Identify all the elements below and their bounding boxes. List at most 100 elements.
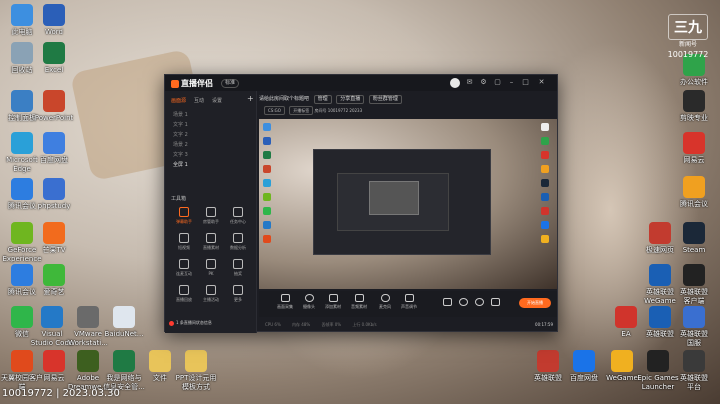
version-badge: 标准 [221, 79, 240, 88]
app-icon [43, 178, 65, 200]
share-button[interactable]: 分享直播 [336, 95, 365, 104]
watermark-sub: 新闻号 [678, 41, 697, 48]
stream-meta: CS:GO 开播标签 房间号 10019772 20233 [261, 106, 362, 115]
close-icon[interactable]: ✕ [537, 78, 546, 87]
fan-group-button[interactable]: 粉丝群管理 [368, 95, 402, 104]
scene-item[interactable]: 场景 2 [173, 141, 188, 148]
desktop-icon[interactable]: Word [32, 4, 76, 37]
more-icon[interactable] [483, 298, 507, 306]
category-tag[interactable]: CS:GO [264, 106, 285, 115]
scene-item[interactable]: 场景 1 [173, 111, 188, 118]
audio-material-button[interactable]: 音频素材 [347, 294, 371, 310]
app-logo: 直播伴侣 [171, 78, 213, 89]
maximize-icon[interactable]: □ [521, 78, 530, 87]
scene-item[interactable]: 文字 1 [173, 121, 188, 128]
desktop-icon-label: 腾讯会议 [680, 200, 708, 208]
tool-item[interactable]: 弹幕助手 [171, 207, 197, 225]
status-notice[interactable]: 1 条直播间状态信息 [169, 320, 212, 326]
tool-item[interactable]: 主播活动 [198, 285, 224, 303]
desktop-icon[interactable]: Excel [32, 42, 76, 75]
live-timer: 00:17:59 [535, 322, 553, 327]
tool-item[interactable]: 短视频 [171, 233, 197, 251]
desktop-icon-label: 网易云 [683, 156, 705, 164]
pin-icon[interactable]: ▢ [493, 78, 502, 87]
capture-button[interactable]: 画面采集 [273, 294, 297, 310]
desktop-icon[interactable]: 剪映专业 [672, 90, 716, 123]
tool-item[interactable]: 数据分析 [225, 233, 251, 251]
tool-item[interactable]: 抽奖 [225, 259, 251, 277]
camera-icon [304, 294, 314, 302]
tool-item[interactable]: 任务中心 [225, 207, 251, 225]
tool-icon [206, 233, 216, 243]
desktop-icon-label: Steam [682, 246, 706, 254]
desktop-icon[interactable]: 芒果TV [32, 222, 76, 255]
tool-item[interactable]: 房管助手 [198, 207, 224, 225]
tool-item[interactable]: 直播素材 [198, 233, 224, 251]
desktop-icon[interactable]: 网易云 [672, 132, 716, 165]
desktop-icon[interactable]: 英雄联盟 国服 [672, 306, 716, 348]
tag-button[interactable]: 开播标签 [289, 106, 314, 115]
tool-icon [206, 285, 216, 295]
camera-button[interactable]: 摄像头 [297, 294, 321, 310]
app-icon [77, 306, 99, 328]
desktop-icon-label: Word [45, 28, 63, 36]
app-icon [43, 350, 65, 372]
desktop-icon[interactable]: Steam [672, 222, 716, 255]
stream-title[interactable]: 请给此房间取个标题吧 [259, 96, 309, 102]
app-icon [647, 350, 669, 372]
go-live-button[interactable]: 开始直播 [519, 298, 551, 308]
desktop-icon[interactable]: 爱奇艺 [32, 264, 76, 297]
desktop-icon[interactable]: 百度网盘 [32, 132, 76, 165]
tab-interact[interactable]: 互动 [194, 98, 204, 104]
minimize-icon[interactable]: – [507, 78, 516, 87]
app-icon [43, 132, 65, 154]
scene-item[interactable]: 全屏 1 [173, 161, 188, 168]
tool-label: 房管助手 [203, 219, 219, 224]
avatar[interactable] [450, 78, 460, 88]
manage-button[interactable]: 管理 [313, 95, 332, 104]
bottom-toolbar: 画面采集 摄像头 添加素材 音频素材 麦克风 声音调节 开始直播 [259, 291, 557, 317]
microphone-button[interactable]: 麦克风 [373, 294, 397, 310]
tool-icon [233, 259, 243, 269]
tool-item[interactable]: 连麦互动 [171, 259, 197, 277]
tool-item[interactable]: 更多 [225, 285, 251, 303]
scene-item[interactable]: 文字 2 [173, 131, 188, 138]
desktop-icon[interactable]: 英雄联盟 客户端 [672, 264, 716, 306]
live-companion-window[interactable]: 直播伴侣 标准 ✉ ⚙ ▢ – □ ✕ 画面源 互动 设置 + 场景 1 文字 1 … [164, 74, 558, 333]
room-id: 10019772 [327, 108, 349, 113]
screen-icon [280, 294, 290, 302]
add-scene-icon[interactable]: + [247, 94, 254, 103]
desktop-icon-label: PPT设计元用 模板方式 [175, 374, 217, 391]
app-icon [683, 350, 705, 372]
app-icon [683, 90, 705, 112]
desktop-icon-label: PowerPoint [34, 114, 74, 122]
message-icon[interactable]: ✉ [465, 78, 474, 87]
title-bar[interactable]: 直播伴侣 标准 ✉ ⚙ ▢ – □ ✕ [165, 75, 557, 91]
app-icon [11, 42, 33, 64]
microphone-icon [380, 294, 390, 302]
desktop-icon-label: 爱奇艺 [43, 288, 65, 296]
desktop-icon[interactable]: 英雄联盟 平台 [672, 350, 716, 392]
watermark-logo: 三九 [668, 14, 708, 40]
left-panel: 画面源 互动 设置 + 场景 1 文字 1 文字 2 场景 2 文字 3 全屏 1 … [165, 91, 257, 333]
desktop-icon[interactable]: PowerPoint [32, 90, 76, 123]
app-icon [683, 176, 705, 198]
tool-icon [179, 207, 189, 217]
tool-item[interactable]: 直播回放 [171, 285, 197, 303]
tool-label: 弹幕助手 [176, 219, 192, 224]
desktop-icon-label: 英雄联盟 客户端 [680, 288, 708, 305]
scene-item[interactable]: 文字 3 [173, 151, 188, 158]
volume-button[interactable]: 声音调节 [397, 294, 421, 310]
tab-settings[interactable]: 设置 [212, 98, 222, 104]
desktop-icon[interactable]: phpstudy [32, 178, 76, 211]
tab-sources[interactable]: 画面源 [171, 98, 186, 104]
settings-icon[interactable]: ⚙ [479, 78, 488, 87]
desktop-icon[interactable]: BaiduNet... [102, 306, 146, 339]
tool-item[interactable]: PK [198, 259, 224, 276]
desktop-icon[interactable]: PPT设计元用 模板方式 [174, 350, 218, 392]
tool-icon [233, 207, 243, 217]
add-material-button[interactable]: 添加素材 [321, 294, 345, 310]
tool-icon [233, 285, 243, 295]
desktop-icon[interactable]: 腾讯会议 [672, 176, 716, 209]
preview-canvas[interactable] [259, 119, 557, 289]
